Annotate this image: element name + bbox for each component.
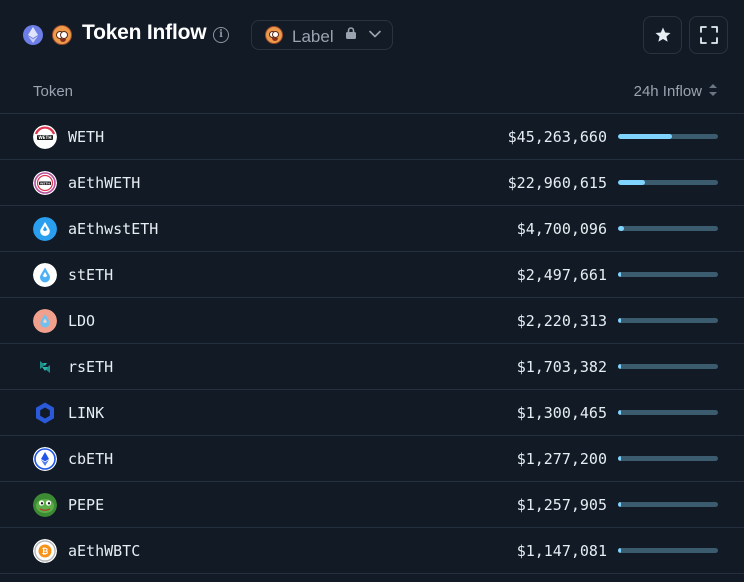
link-icon [33, 401, 57, 425]
cbeth-icon [33, 447, 57, 471]
ethereum-chain-icon [23, 25, 43, 45]
aethwbtc-icon: ₿ [33, 539, 57, 563]
star-icon [655, 27, 670, 42]
token-inflow-value: $1,300,465 [516, 404, 607, 422]
table-row[interactable]: LDO $2,220,313 [0, 298, 744, 344]
column-header-token: Token [33, 83, 74, 100]
inflow-bar [618, 226, 718, 231]
inflow-bar [618, 272, 718, 277]
inflow-bar-fill [618, 134, 672, 139]
inflow-bar [618, 548, 718, 553]
label-button-text: Label [292, 27, 334, 46]
token-inflow-value: $1,277,200 [516, 450, 607, 468]
inflow-bar [618, 410, 718, 415]
table-row[interactable]: rsETH $1,703,382 [0, 344, 744, 390]
label-face-icon [52, 25, 72, 45]
table-row[interactable]: ₿ aEthWBTC $1,147,081 [0, 528, 744, 574]
token-inflow-value: $45,263,660 [507, 128, 607, 146]
chevron-down-icon [369, 30, 381, 38]
token-name: cbETH [68, 450, 114, 468]
token-name: LDO [68, 312, 96, 330]
token-name: aEthWETH [68, 174, 141, 192]
table-row[interactable]: LINK $1,300,465 [0, 390, 744, 436]
table-header: Token 24h Inflow [0, 70, 744, 114]
inflow-bar-fill [618, 272, 621, 277]
inflow-bar [618, 134, 718, 139]
token-inflow-value: $2,497,661 [516, 266, 607, 284]
inflow-bar-fill [618, 502, 621, 507]
panel-header: Token Inflow i Label [0, 0, 744, 70]
favorite-button[interactable] [643, 16, 682, 54]
aethwsteth-icon [33, 217, 57, 241]
label-face-icon [265, 26, 283, 44]
panel-title: Token Inflow [82, 21, 207, 44]
fullscreen-button[interactable] [689, 16, 728, 54]
inflow-bar-fill [618, 456, 621, 461]
table-row[interactable]: WETH WETH $45,263,660 [0, 114, 744, 160]
token-name: aEthwstETH [68, 220, 159, 238]
token-name: LINK [68, 404, 105, 422]
weth-icon: WETH [33, 125, 57, 149]
token-name: rsETH [68, 358, 114, 376]
lock-icon [346, 27, 356, 39]
inflow-bar [618, 180, 718, 185]
token-name: WETH [68, 128, 105, 146]
inflow-bar [618, 456, 718, 461]
table-row[interactable]: WETH aEthWETH $22,960,615 [0, 160, 744, 206]
inflow-bar [618, 502, 718, 507]
token-inflow-value: $1,257,905 [516, 496, 607, 514]
table-row[interactable]: aEthwstETH $4,700,096 [0, 206, 744, 252]
token-name: stETH [68, 266, 114, 284]
svg-text:₿: ₿ [42, 547, 49, 556]
token-list: WETH WETH $45,263,660 WETH aEthWETH $22,… [0, 114, 744, 574]
aethweth-icon: WETH [33, 171, 57, 195]
token-inflow-value: $22,960,615 [507, 174, 607, 192]
pepe-icon [33, 493, 57, 517]
inflow-bar-fill [618, 364, 621, 369]
inflow-bar [618, 318, 718, 323]
token-name: aEthWBTC [68, 542, 141, 560]
token-inflow-value: $1,703,382 [516, 358, 607, 376]
info-icon[interactable]: i [213, 27, 229, 43]
inflow-bar-fill [618, 180, 646, 185]
token-inflow-value: $4,700,096 [516, 220, 607, 238]
table-row[interactable]: cbETH $1,277,200 [0, 436, 744, 482]
expand-icon [699, 26, 718, 44]
token-inflow-value: $2,220,313 [516, 312, 607, 330]
token-name: PEPE [68, 496, 105, 514]
ldo-icon [33, 309, 57, 333]
sort-icon[interactable] [708, 82, 718, 98]
inflow-bar-fill [618, 318, 621, 323]
svg-text:WETH: WETH [38, 135, 51, 140]
inflow-bar [618, 364, 718, 369]
table-row[interactable]: stETH $2,497,661 [0, 252, 744, 298]
steth-icon [33, 263, 57, 287]
inflow-bar-fill [618, 548, 621, 553]
column-header-24h-inflow[interactable]: 24h Inflow [634, 83, 702, 100]
svg-text:WETH: WETH [40, 181, 50, 185]
table-row[interactable]: PEPE $1,257,905 [0, 482, 744, 528]
token-inflow-panel: Token Inflow i Label Token 24h Inflow WE… [0, 0, 744, 582]
label-dropdown-button[interactable]: Label [251, 20, 393, 50]
token-inflow-value: $1,147,081 [516, 542, 607, 560]
rseth-icon [33, 355, 57, 379]
inflow-bar-fill [618, 410, 621, 415]
inflow-bar-fill [618, 226, 624, 231]
